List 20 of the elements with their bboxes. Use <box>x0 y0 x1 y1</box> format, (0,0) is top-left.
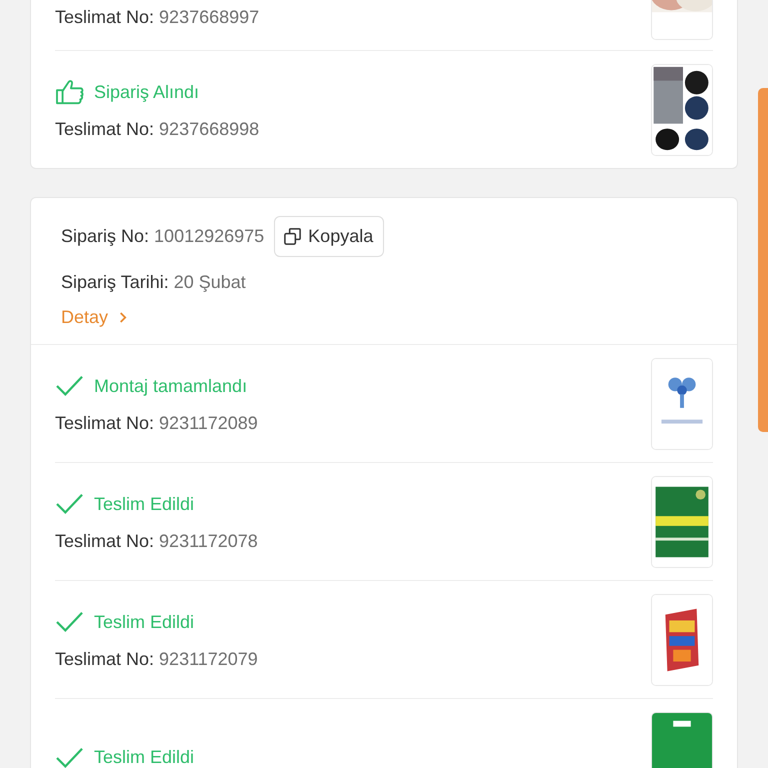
delivery-number: Teslimat No: 9231172078 <box>55 531 258 552</box>
shipment-status: Teslim Edildi <box>94 494 194 514</box>
copy-icon <box>283 226 302 246</box>
shipment-status: Sipariş Alındı <box>94 82 200 102</box>
order-number: Sipariş No: 10012926975 <box>61 226 264 246</box>
delivery-number: Teslimat No: 9237668998 <box>55 119 260 140</box>
shipment-status: Teslim Edildi <box>94 747 194 768</box>
chevron-right-icon <box>118 311 128 324</box>
thumbs-up-icon <box>55 79 85 105</box>
delivery-number: Teslimat No: 9231172089 <box>55 413 258 434</box>
scrollbar[interactable] <box>758 88 768 432</box>
delivery-number: Teslimat No: 9231172079 <box>55 649 258 670</box>
shipment-status: Teslim Edildi <box>94 612 194 632</box>
delivery-number: Teslimat No: 9237668997 <box>55 7 260 28</box>
check-icon <box>55 491 85 517</box>
check-icon <box>55 373 85 399</box>
check-icon <box>55 609 85 635</box>
copy-button[interactable]: Kopyala <box>274 216 384 256</box>
shipment-status: Montaj tamamlandı <box>94 376 248 396</box>
order-date: Sipariş Tarihi: 20 Şubat <box>61 272 246 292</box>
